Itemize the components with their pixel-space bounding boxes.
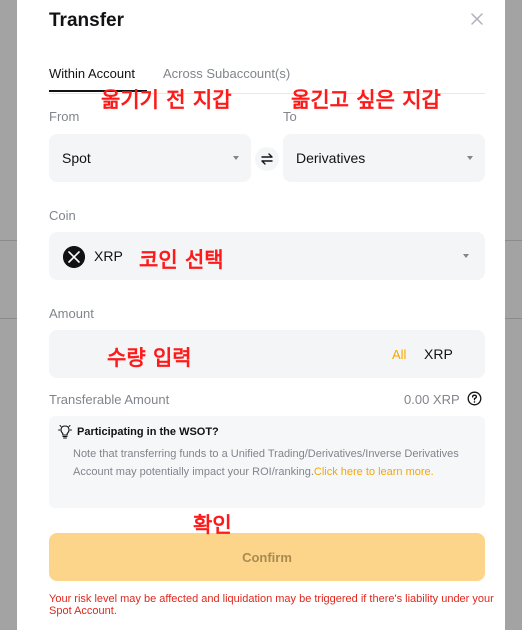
chevron-down-icon	[233, 156, 239, 160]
close-icon[interactable]	[469, 11, 485, 27]
swap-arrows-icon[interactable]	[255, 147, 279, 171]
lightbulb-icon	[58, 425, 72, 439]
chevron-down-icon	[467, 156, 473, 160]
from-wallet-value: Spot	[62, 150, 91, 166]
transferable-label: Transferable Amount	[49, 392, 170, 407]
amount-label: Amount	[49, 306, 94, 321]
amount-unit: XRP	[424, 346, 453, 362]
backdrop-divider	[505, 318, 522, 319]
backdrop-left	[0, 0, 17, 630]
annotation-from-wallet: 옮기기 전 지갑	[101, 88, 232, 112]
from-label: From	[49, 109, 80, 124]
xrp-coin-icon	[63, 246, 85, 268]
annotation-amount-input: 수량 입력	[107, 346, 192, 370]
to-wallet-value: Derivatives	[296, 150, 366, 166]
tab-across-subaccounts[interactable]: Across Subaccount(s)	[163, 66, 290, 81]
learn-more-link[interactable]: Click here to learn more.	[314, 466, 434, 478]
coin-value: XRP	[94, 248, 123, 264]
backdrop-divider	[0, 240, 17, 241]
dialog-title: Transfer	[49, 10, 124, 31]
risk-warning: Your risk level may be affected and liqu…	[49, 593, 494, 617]
coin-label: Coin	[49, 208, 76, 223]
annotation-to-wallet: 옮긴고 싶은 지갑	[291, 88, 441, 112]
wsot-notice: Participating in the WSOT? Note that tra…	[49, 416, 485, 508]
backdrop-divider	[0, 318, 17, 319]
confirm-button[interactable]: Confirm	[49, 533, 485, 581]
annotation-coin-select: 코인 선택	[139, 248, 224, 272]
backdrop-divider	[505, 240, 522, 241]
chevron-down-icon	[463, 254, 469, 258]
notice-title: Participating in the WSOT?	[77, 426, 219, 438]
from-wallet-select[interactable]: Spot	[49, 134, 251, 182]
tab-within-account[interactable]: Within Account	[49, 66, 135, 81]
to-wallet-select[interactable]: Derivatives	[283, 134, 485, 182]
coin-select[interactable]: XRP	[49, 232, 485, 280]
help-circle-icon[interactable]	[467, 391, 482, 406]
annotation-confirm: 확인	[193, 513, 232, 537]
backdrop-right	[505, 0, 522, 630]
transferable-value: 0.00 XRP	[404, 392, 460, 407]
all-button[interactable]: All	[392, 347, 406, 362]
notice-text: Note that transferring funds to a Unifie…	[73, 445, 473, 481]
transfer-dialog: Transfer Within Account Across Subaccoun…	[17, 0, 505, 630]
